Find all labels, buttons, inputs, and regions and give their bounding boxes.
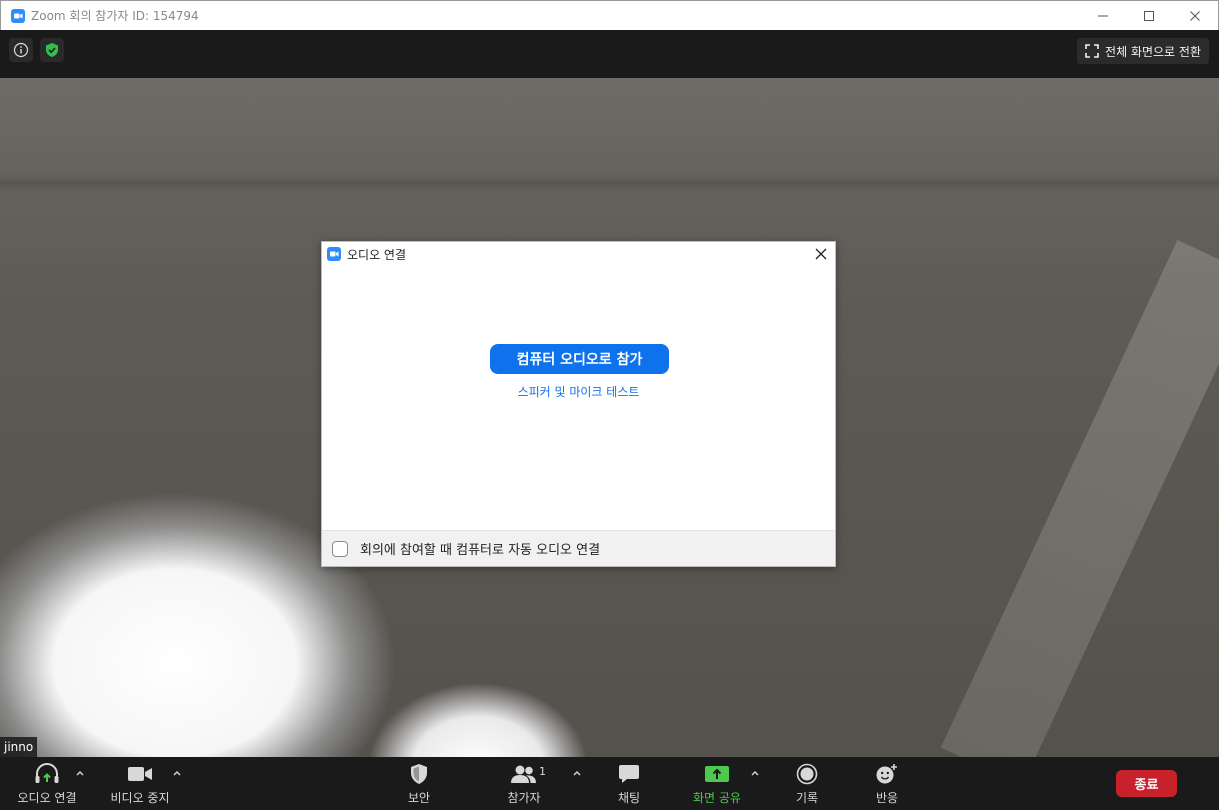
participants-count: 1 bbox=[539, 765, 546, 778]
window-title: Zoom 회의 참가자 ID: 154794 bbox=[31, 9, 199, 23]
dialog-footer: 회의에 참여할 때 컴퓨터로 자동 오디오 연결 bbox=[322, 530, 835, 566]
fullscreen-button[interactable]: 전체 화면으로 전환 bbox=[1077, 38, 1209, 64]
join-audio-button[interactable]: 오디오 연결 bbox=[10, 757, 84, 810]
stop-video-label: 비디오 중지 bbox=[110, 790, 170, 805]
video-options-caret[interactable] bbox=[171, 767, 183, 779]
minimize-button[interactable] bbox=[1080, 1, 1126, 31]
end-meeting-button[interactable]: 종료 bbox=[1116, 770, 1177, 797]
fullscreen-label: 전체 화면으로 전환 bbox=[1105, 44, 1201, 59]
window-controls bbox=[1080, 1, 1218, 31]
chevron-up-icon bbox=[173, 771, 181, 776]
close-icon bbox=[815, 248, 827, 260]
minimize-icon bbox=[1098, 15, 1108, 17]
auto-join-audio-label[interactable]: 회의에 참여할 때 컴퓨터로 자동 오디오 연결 bbox=[360, 539, 600, 558]
participants-icon bbox=[511, 765, 536, 783]
fullscreen-icon bbox=[1085, 44, 1099, 58]
chevron-up-icon bbox=[751, 771, 759, 776]
share-screen-label: 화면 공유 bbox=[693, 790, 741, 805]
headphone-icon bbox=[35, 762, 59, 783]
join-audio-label: 오디오 연결 bbox=[17, 790, 77, 805]
test-speaker-mic-link[interactable]: 스피커 및 마이크 테스트 bbox=[322, 383, 835, 400]
share-screen-icon bbox=[705, 765, 729, 782]
chat-button[interactable]: 채팅 bbox=[604, 757, 654, 810]
record-label: 기록 bbox=[795, 790, 819, 805]
zoom-app-icon bbox=[327, 247, 341, 261]
audio-connect-dialog: 오디오 연결 컴퓨터 오디오로 참가 스피커 및 마이크 테스트 회의에 참여할… bbox=[321, 241, 836, 567]
info-icon bbox=[13, 42, 29, 58]
reactions-label: 반응 bbox=[875, 790, 899, 805]
shield-icon bbox=[411, 763, 427, 784]
join-computer-audio-button[interactable]: 컴퓨터 오디오로 참가 bbox=[490, 344, 669, 374]
smiley-plus-icon bbox=[876, 763, 897, 783]
reactions-button[interactable]: 반응 bbox=[862, 757, 912, 810]
close-window-button[interactable] bbox=[1172, 1, 1218, 31]
security-label: 보안 bbox=[407, 790, 431, 805]
share-options-caret[interactable] bbox=[749, 767, 761, 779]
dialog-titlebar: 오디오 연결 bbox=[322, 242, 835, 266]
dialog-title: 오디오 연결 bbox=[347, 247, 407, 262]
audio-options-caret[interactable] bbox=[74, 767, 86, 779]
meeting-topbar: 전체 화면으로 전환 bbox=[0, 30, 1219, 78]
video-background-beam bbox=[940, 239, 1219, 757]
stop-video-button[interactable]: 비디오 중지 bbox=[104, 757, 176, 810]
dialog-close-button[interactable] bbox=[813, 246, 829, 262]
chevron-up-icon bbox=[76, 771, 84, 776]
participants-label: 참가자 bbox=[507, 790, 541, 805]
window-titlebar: Zoom 회의 참가자 ID: 154794 bbox=[0, 0, 1219, 30]
auto-join-audio-checkbox[interactable] bbox=[332, 540, 348, 557]
share-screen-button[interactable]: 화면 공유 bbox=[686, 757, 748, 810]
meeting-toolbar: 오디오 연결 비디오 중지 보안 참가자 1 채팅 화면 공유 기록 반응 종료 bbox=[0, 757, 1219, 810]
zoom-app-icon bbox=[11, 8, 25, 23]
record-icon bbox=[796, 763, 818, 784]
video-background-line bbox=[0, 174, 1219, 192]
close-icon bbox=[1190, 11, 1200, 21]
shield-check-icon bbox=[46, 43, 58, 57]
maximize-button[interactable] bbox=[1126, 1, 1172, 31]
participants-options-caret[interactable] bbox=[571, 767, 583, 779]
chevron-up-icon bbox=[573, 771, 581, 776]
encryption-status-button[interactable] bbox=[40, 38, 64, 62]
meeting-info-button[interactable] bbox=[9, 38, 33, 62]
security-button[interactable]: 보안 bbox=[394, 757, 444, 810]
video-camera-icon bbox=[128, 766, 152, 781]
participant-name-tag: jinno bbox=[0, 737, 38, 757]
maximize-icon bbox=[1144, 11, 1154, 21]
chat-bubble-icon bbox=[619, 764, 639, 783]
chat-label: 채팅 bbox=[617, 790, 641, 805]
record-button[interactable]: 기록 bbox=[782, 757, 832, 810]
